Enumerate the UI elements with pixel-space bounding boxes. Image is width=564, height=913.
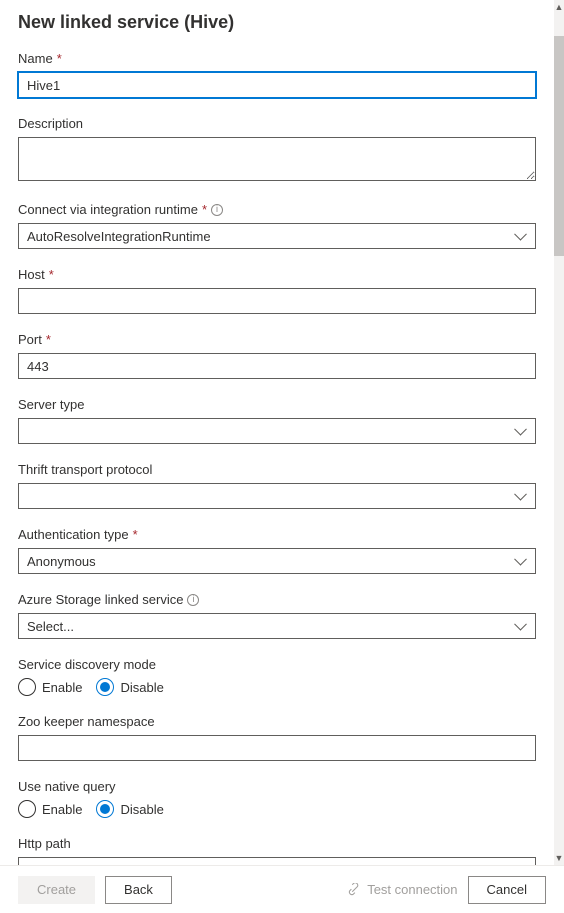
thrift-label: Thrift transport protocol [18,462,536,477]
runtime-value: AutoResolveIntegrationRuntime [27,229,211,244]
storage-value: Select... [27,619,74,634]
radio-icon [96,678,114,696]
native-disable-radio[interactable]: Disable [96,800,163,818]
radio-icon [18,678,36,696]
native-query-label: Use native query [18,779,536,794]
port-label: Port * [18,332,536,347]
create-button[interactable]: Create [18,876,95,904]
radio-label: Disable [120,802,163,817]
zookeeper-label: Zoo keeper namespace [18,714,536,729]
zookeeper-input[interactable] [18,735,536,761]
name-label: Name * [18,51,536,66]
http-path-input[interactable] [18,857,536,865]
cancel-button[interactable]: Cancel [468,876,546,904]
radio-label: Disable [120,680,163,695]
test-connection-link[interactable]: Test connection [347,882,457,897]
runtime-label: Connect via integration runtime * i [18,202,536,217]
description-textarea[interactable] [18,137,536,181]
host-input[interactable] [18,288,536,314]
auth-type-value: Anonymous [27,554,96,569]
back-button[interactable]: Back [105,876,172,904]
storage-label: Azure Storage linked service i [18,592,536,607]
page-title: New linked service (Hive) [18,12,536,33]
server-type-label: Server type [18,397,536,412]
scrollbar[interactable]: ▲ ▼ [554,0,564,865]
info-icon[interactable]: i [211,204,223,216]
required-indicator: * [49,267,54,282]
storage-select[interactable]: Select... [18,613,536,639]
radio-label: Enable [42,680,82,695]
scroll-down-icon[interactable]: ▼ [554,851,564,865]
test-connection-label: Test connection [367,882,457,897]
discovery-disable-radio[interactable]: Disable [96,678,163,696]
host-label: Host * [18,267,536,282]
server-type-select[interactable] [18,418,536,444]
auth-type-select[interactable]: Anonymous [18,548,536,574]
discovery-label: Service discovery mode [18,657,536,672]
radio-icon [96,800,114,818]
scroll-thumb[interactable] [554,36,564,256]
info-icon[interactable]: i [187,594,199,606]
required-indicator: * [46,332,51,347]
port-input[interactable] [18,353,536,379]
auth-type-label: Authentication type * [18,527,536,542]
required-indicator: * [57,51,62,66]
runtime-select[interactable]: AutoResolveIntegrationRuntime [18,223,536,249]
required-indicator: * [133,527,138,542]
scroll-up-icon[interactable]: ▲ [554,0,564,14]
radio-label: Enable [42,802,82,817]
thrift-select[interactable] [18,483,536,509]
native-enable-radio[interactable]: Enable [18,800,82,818]
required-indicator: * [202,202,207,217]
description-label: Description [18,116,536,131]
name-input[interactable] [18,72,536,98]
discovery-enable-radio[interactable]: Enable [18,678,82,696]
plug-icon [347,883,361,897]
radio-icon [18,800,36,818]
http-path-label: Http path [18,836,536,851]
